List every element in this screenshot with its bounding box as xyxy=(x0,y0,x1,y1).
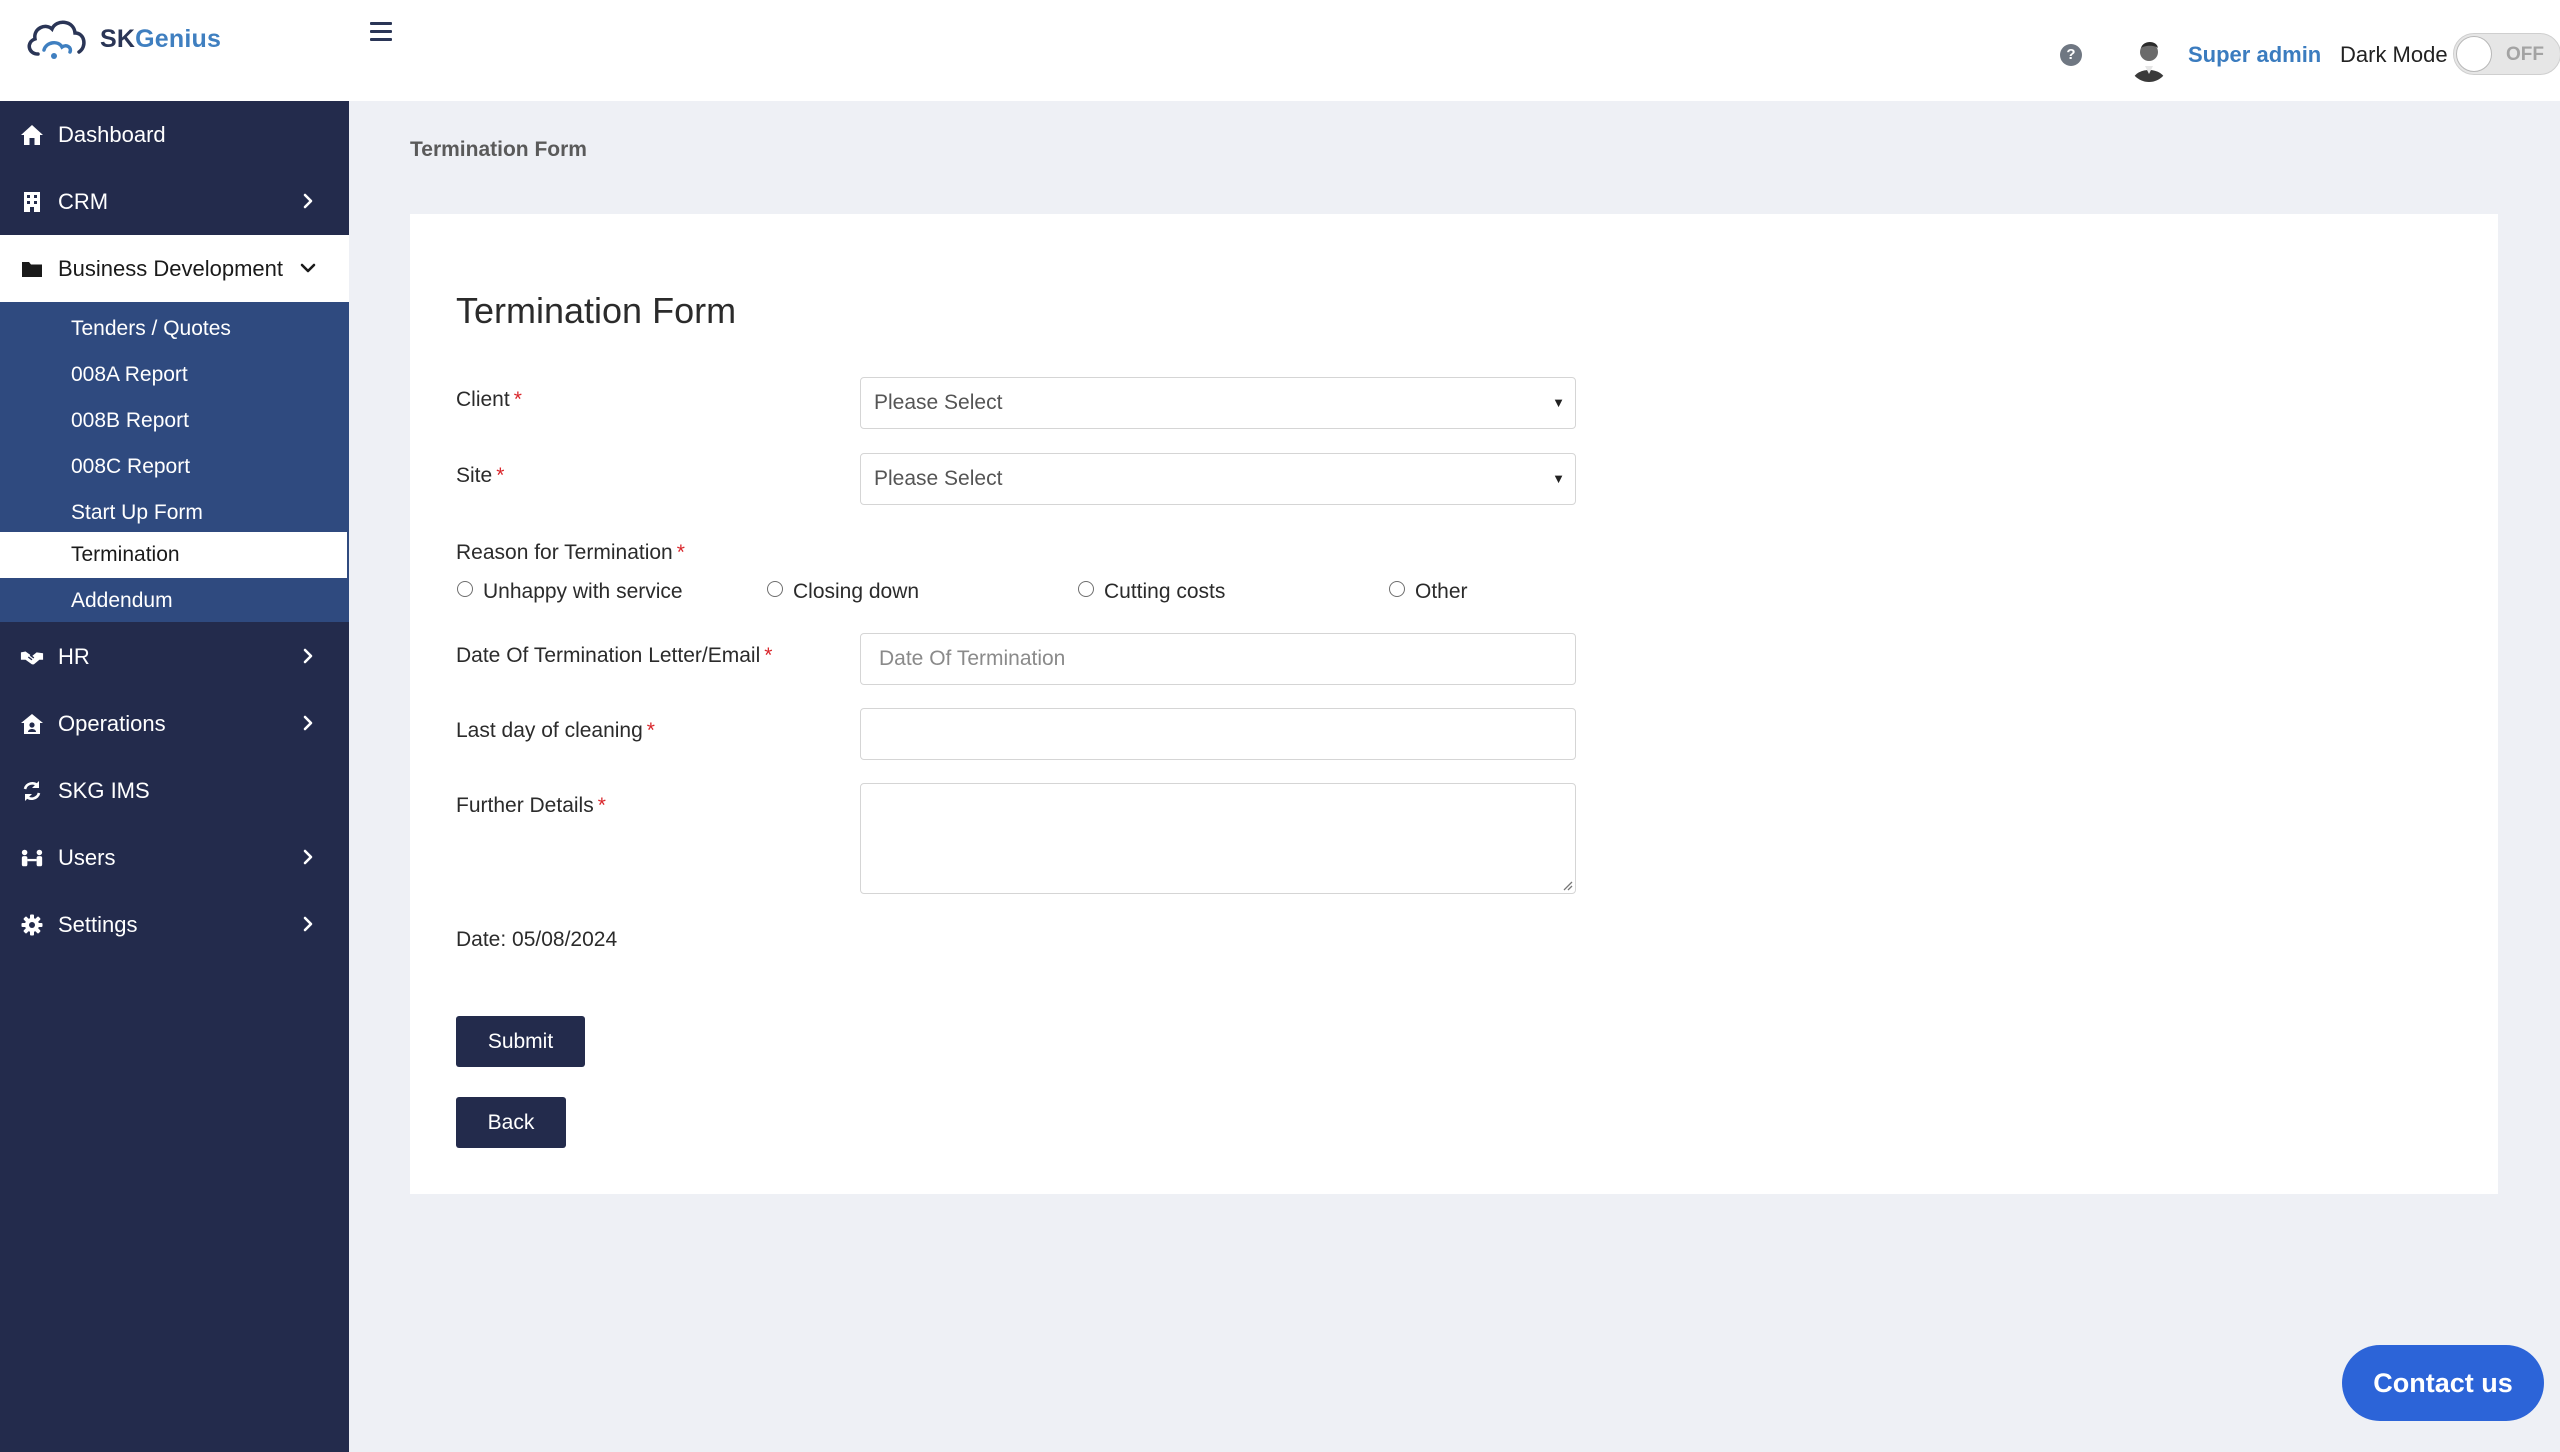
submenu-item-termination[interactable]: Termination xyxy=(0,532,347,578)
sidebar-item-label: Dashboard xyxy=(58,121,166,147)
last-day-label: Last day of cleaning * xyxy=(456,719,655,742)
reason-radio-unhappy[interactable]: Unhappy with service xyxy=(457,580,683,604)
top-bar: SKGenius ? Super admin Dark Mode OFF xyxy=(0,0,2560,101)
chevron-right-icon xyxy=(303,849,313,865)
sidebar-item-business-development[interactable]: Business Development xyxy=(0,235,349,302)
last-day-of-cleaning-input[interactable] xyxy=(860,708,1576,760)
radio-button[interactable] xyxy=(1389,581,1405,597)
radio-button[interactable] xyxy=(457,581,473,597)
resize-grip-icon[interactable] xyxy=(1561,879,1573,891)
required-marker: * xyxy=(513,388,522,411)
required-marker: * xyxy=(646,719,655,742)
users-icon xyxy=(20,846,44,870)
reason-label: Reason for Termination * xyxy=(456,541,685,564)
brand-logo[interactable]: SKGenius xyxy=(24,14,221,64)
handshake-icon xyxy=(20,645,44,669)
required-marker: * xyxy=(676,541,685,564)
reason-radio-closing-down[interactable]: Closing down xyxy=(767,580,919,604)
site-label: Site * xyxy=(456,464,505,487)
submenu-item-008c-report[interactable]: 008C Report xyxy=(0,444,349,490)
sidebar-item-hr[interactable]: HR xyxy=(0,623,349,690)
sidebar-item-dashboard[interactable]: Dashboard xyxy=(0,101,349,168)
sidebar-item-label: Business Development xyxy=(58,255,284,281)
help-icon[interactable]: ? xyxy=(2060,44,2082,66)
house-user-icon xyxy=(20,712,44,736)
submenu-item-tenders-quotes[interactable]: Tenders / Quotes xyxy=(0,306,349,352)
business-development-submenu: Tenders / Quotes 008A Report 008B Report… xyxy=(0,302,349,622)
toggle-state-text: OFF xyxy=(2506,44,2544,65)
sidebar-item-operations[interactable]: Operations xyxy=(0,690,349,757)
chevron-right-icon xyxy=(303,715,313,731)
avatar[interactable] xyxy=(2128,36,2170,82)
further-details-label: Further Details * xyxy=(456,794,606,817)
required-marker: * xyxy=(496,464,505,487)
form-card xyxy=(410,214,2498,1194)
sidebar-item-users[interactable]: Users xyxy=(0,824,349,891)
building-icon xyxy=(20,190,44,214)
date-letter-label: Date Of Termination Letter/Email * xyxy=(456,644,773,667)
sidebar-item-label: Operations xyxy=(58,710,166,736)
toggle-knob xyxy=(2456,36,2492,72)
breadcrumb: Termination Form xyxy=(410,138,587,161)
user-name-link[interactable]: Super admin xyxy=(2188,42,2321,68)
sidebar-item-label: HR xyxy=(58,643,90,669)
sidebar-item-label: CRM xyxy=(58,188,109,214)
chevron-right-icon xyxy=(303,648,313,664)
dropdown-arrow-icon: ▼ xyxy=(1552,471,1565,486)
cloud-logo-icon xyxy=(27,20,86,59)
required-marker: * xyxy=(764,644,773,667)
brand-name: SKGenius xyxy=(100,24,222,53)
contact-us-button[interactable]: Contact us xyxy=(2342,1345,2544,1421)
client-select[interactable]: Please Select ▼ xyxy=(860,377,1576,429)
chevron-right-icon xyxy=(303,193,313,209)
home-icon xyxy=(20,123,44,147)
required-marker: * xyxy=(597,794,606,817)
submenu-item-008b-report[interactable]: 008B Report xyxy=(0,398,349,444)
radio-button[interactable] xyxy=(767,581,783,597)
folder-icon xyxy=(20,257,44,281)
sidebar-item-settings[interactable]: Settings xyxy=(0,891,349,958)
dark-mode-label: Dark Mode xyxy=(2340,42,2448,67)
reason-radio-cutting-costs[interactable]: Cutting costs xyxy=(1078,580,1225,604)
sidebar-item-label: SKG IMS xyxy=(58,777,150,803)
submit-button[interactable]: Submit xyxy=(456,1016,585,1067)
radio-button[interactable] xyxy=(1078,581,1094,597)
sync-icon xyxy=(20,779,44,803)
dark-mode-toggle[interactable]: OFF xyxy=(2453,33,2560,75)
sidebar-item-skg-ims[interactable]: SKG IMS xyxy=(0,757,349,824)
reason-radio-other[interactable]: Other xyxy=(1389,580,1468,604)
site-select[interactable]: Please Select ▼ xyxy=(860,453,1576,505)
page-title: Termination Form xyxy=(456,290,737,331)
back-button[interactable]: Back xyxy=(456,1097,566,1148)
client-label: Client * xyxy=(456,388,522,411)
chevron-down-icon xyxy=(300,263,316,273)
dropdown-arrow-icon: ▼ xyxy=(1552,395,1565,410)
submenu-item-008a-report[interactable]: 008A Report xyxy=(0,352,349,398)
sidebar-item-crm[interactable]: CRM xyxy=(0,168,349,235)
further-details-textarea[interactable] xyxy=(860,783,1576,894)
date-of-termination-input[interactable]: Date Of Termination xyxy=(860,633,1576,685)
gear-icon xyxy=(20,913,44,937)
chevron-right-icon xyxy=(303,916,313,932)
submenu-item-start-up-form[interactable]: Start Up Form xyxy=(0,490,349,536)
menu-toggle-icon[interactable] xyxy=(370,22,392,42)
sidebar-item-label: Users xyxy=(58,844,116,870)
sidebar-item-label: Settings xyxy=(58,911,138,937)
form-date: Date: 05/08/2024 xyxy=(456,928,618,951)
submenu-item-addendum[interactable]: Addendum xyxy=(0,578,349,624)
